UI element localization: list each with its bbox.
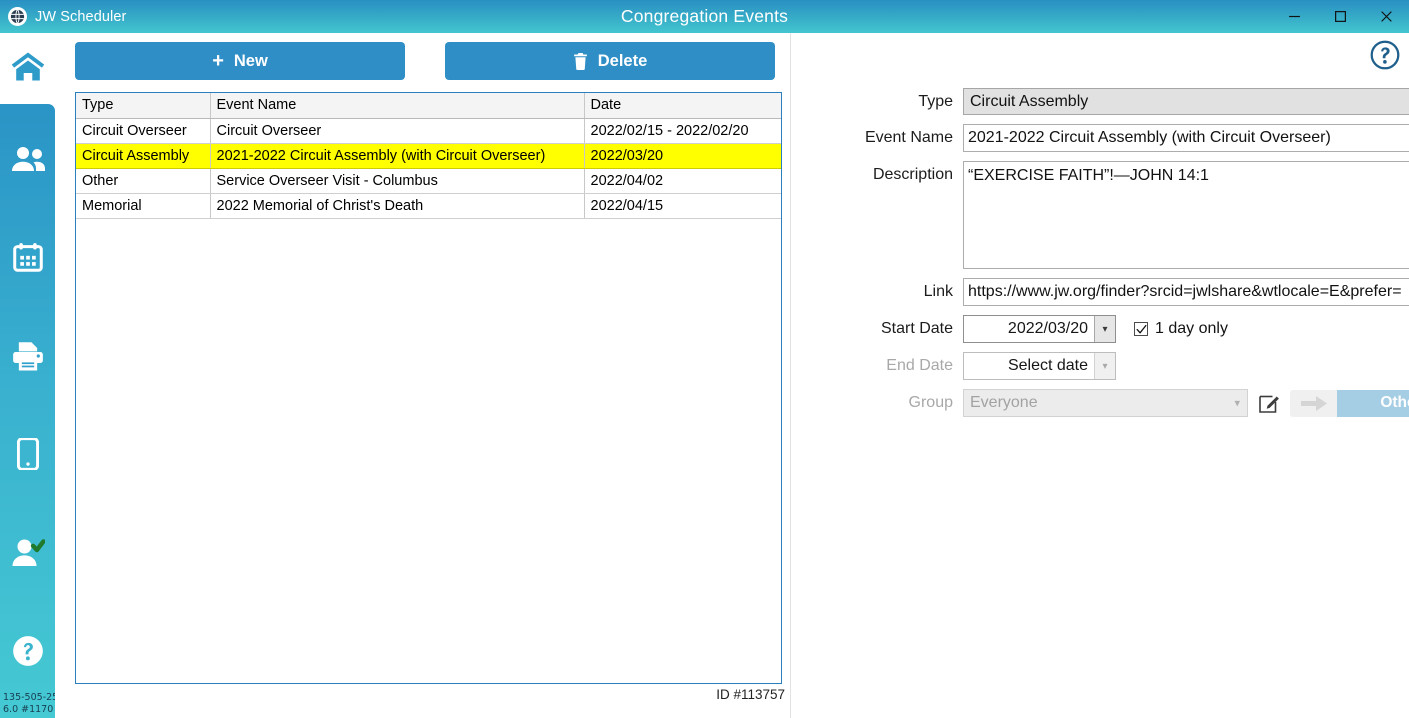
cell-event-name: Service Overseer Visit - Columbus bbox=[210, 168, 585, 194]
title-bar: JW Scheduler Congregation Events bbox=[0, 0, 1409, 33]
cell-date: 2022/02/15 - 2022/02/20 bbox=[584, 118, 781, 144]
event-details-form: Type Circuit Assembly ▾ Event Name 2021-… bbox=[800, 88, 1409, 426]
cell-event-name: 2022 Memorial of Christ's Death bbox=[210, 193, 585, 219]
globe-icon bbox=[8, 7, 27, 26]
cell-event-name: 2021-2022 Circuit Assembly (with Circuit… bbox=[210, 143, 585, 169]
sidebar-item-help[interactable] bbox=[0, 618, 55, 684]
event-name-label: Event Name bbox=[864, 129, 953, 146]
delete-button[interactable]: Delete bbox=[445, 42, 775, 80]
group-pill[interactable]: Other bbox=[1290, 389, 1409, 417]
one-day-only-checkbox[interactable]: 1 day only bbox=[1134, 320, 1228, 338]
checkbox-box bbox=[1134, 322, 1148, 336]
field-row-start-date: Start Date 2022/03/20 ▾ 1 day only bbox=[800, 315, 1400, 343]
end-date-label: End Date bbox=[886, 357, 953, 374]
type-select[interactable]: Circuit Assembly ▾ bbox=[963, 88, 1409, 115]
sidebar-item-mobile[interactable] bbox=[0, 421, 55, 487]
delete-button-label: Delete bbox=[597, 51, 648, 70]
group-select-value: Everyone bbox=[970, 394, 1038, 411]
sidebar-item-people[interactable] bbox=[0, 126, 55, 192]
table-row[interactable]: Memorial 2022 Memorial of Christ's Death… bbox=[76, 193, 781, 219]
cell-type: Memorial bbox=[76, 193, 211, 219]
cell-type: Circuit Assembly bbox=[76, 143, 211, 169]
cell-type: Circuit Overseer bbox=[76, 118, 211, 144]
start-date-dropdown-icon[interactable]: ▾ bbox=[1094, 316, 1115, 342]
new-button[interactable]: + New bbox=[75, 42, 405, 80]
group-select: Everyone ▾ bbox=[963, 389, 1248, 417]
maximize-button[interactable] bbox=[1317, 0, 1363, 33]
sidebar-item-print[interactable] bbox=[0, 323, 55, 389]
start-date-picker[interactable]: 2022/03/20 ▾ bbox=[963, 315, 1116, 343]
start-date-label: Start Date bbox=[880, 320, 953, 337]
column-header-type[interactable]: Type bbox=[76, 93, 211, 119]
field-row-event-name: Event Name 2021-2022 Circuit Assembly (w… bbox=[800, 124, 1409, 152]
field-row-group: Group Everyone ▾ Oth bbox=[800, 389, 1409, 417]
sidebar: 135-505-253 6.0 #1170 bbox=[0, 33, 64, 718]
new-button-label: New bbox=[233, 51, 268, 70]
pane-divider bbox=[790, 33, 791, 718]
minimize-button[interactable] bbox=[1271, 0, 1317, 33]
end-date-dropdown-icon: ▾ bbox=[1094, 353, 1115, 379]
app-identity: JW Scheduler bbox=[8, 7, 126, 26]
cell-type: Other bbox=[76, 168, 211, 194]
event-name-input[interactable]: 2021-2022 Circuit Assembly (with Circuit… bbox=[963, 124, 1409, 152]
main-content: + New Delete Type Event Name Date Circui… bbox=[55, 33, 1409, 718]
events-toolbar: + New Delete bbox=[75, 42, 775, 80]
description-input[interactable]: “EXERCISE FAITH”!—JOHN 14:1 bbox=[963, 161, 1409, 269]
table-row[interactable]: Circuit Overseer Circuit Overseer 2022/0… bbox=[76, 118, 781, 144]
arrow-right-icon bbox=[1290, 389, 1337, 417]
column-header-event-name[interactable]: Event Name bbox=[210, 93, 585, 119]
sidebar-item-calendar[interactable] bbox=[0, 224, 55, 290]
field-row-end-date: End Date Select date ▾ bbox=[800, 352, 1400, 380]
cell-date: 2022/04/02 bbox=[584, 168, 781, 194]
sidebar-nav bbox=[0, 104, 55, 718]
chevron-down-icon: ▾ bbox=[1234, 397, 1240, 410]
table-row[interactable]: Other Service Overseer Visit - Columbus … bbox=[76, 168, 781, 194]
link-label: Link bbox=[923, 283, 953, 300]
type-select-value: Circuit Assembly bbox=[970, 92, 1089, 110]
help-icon[interactable] bbox=[1369, 39, 1401, 71]
link-input[interactable]: https://www.jw.org/finder?srcid=jwlshare… bbox=[963, 278, 1409, 306]
trash-icon bbox=[573, 52, 588, 70]
application-window: JW Scheduler Congregation Events 135-505… bbox=[0, 0, 1409, 718]
table-header-row: Type Event Name Date bbox=[76, 93, 781, 119]
field-row-link: Link https://www.jw.org/finder?srcid=jwl… bbox=[800, 278, 1409, 306]
one-day-only-label: 1 day only bbox=[1155, 320, 1228, 337]
table-row-selected[interactable]: Circuit Assembly 2021-2022 Circuit Assem… bbox=[76, 143, 781, 169]
sidebar-item-attendance[interactable] bbox=[0, 519, 55, 585]
type-label: Type bbox=[918, 93, 953, 110]
group-pill-label: Other bbox=[1337, 389, 1409, 417]
cell-date: 2022/04/15 bbox=[584, 193, 781, 219]
end-date-value: Select date bbox=[1007, 357, 1088, 374]
edit-square-icon[interactable] bbox=[1256, 390, 1282, 416]
end-date-picker: Select date ▾ bbox=[963, 352, 1116, 380]
field-row-type: Type Circuit Assembly ▾ bbox=[800, 88, 1409, 115]
sidebar-item-home[interactable] bbox=[0, 33, 55, 99]
close-button[interactable] bbox=[1363, 0, 1409, 33]
window-title: Congregation Events bbox=[620, 6, 789, 26]
record-id-label: ID #113757 bbox=[716, 687, 785, 702]
app-name: JW Scheduler bbox=[35, 8, 127, 25]
description-label: Description bbox=[872, 166, 953, 183]
cell-date: 2022/03/20 bbox=[584, 143, 781, 169]
window-controls bbox=[1271, 0, 1409, 33]
events-list-pane: + New Delete Type Event Name Date Circui… bbox=[55, 33, 790, 718]
group-label: Group bbox=[908, 394, 953, 411]
field-row-description: Description “EXERCISE FAITH”!—JOHN 14:1 bbox=[800, 161, 1409, 269]
start-date-value: 2022/03/20 bbox=[1007, 320, 1088, 337]
cell-event-name: Circuit Overseer bbox=[210, 118, 585, 144]
events-table[interactable]: Type Event Name Date Circuit Overseer Ci… bbox=[75, 92, 782, 684]
plus-icon: + bbox=[212, 50, 224, 72]
column-header-date[interactable]: Date bbox=[584, 93, 781, 119]
